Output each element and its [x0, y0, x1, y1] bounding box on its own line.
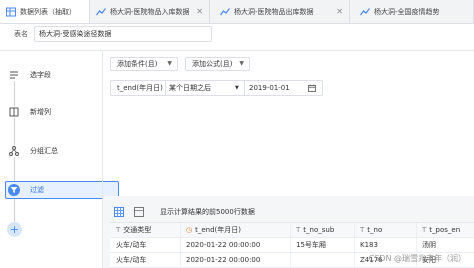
- column-header[interactable]: Tt_no_sub: [296, 223, 334, 238]
- chevron-down-icon: ▼: [239, 60, 244, 67]
- chevron-down-icon: ▼: [167, 60, 172, 67]
- text-type-icon: T: [116, 226, 121, 234]
- condition-operator-select[interactable]: 某个日期之后: [169, 84, 211, 93]
- column-header[interactable]: ◷ t_end(年月日): [186, 223, 241, 238]
- line-chart-icon: [96, 8, 106, 16]
- tab-data-list[interactable]: 数据列表（抽取）: [0, 0, 90, 23]
- select-field-icon: [8, 69, 20, 81]
- add-column-icon: [8, 106, 20, 118]
- tab-epidemic-trend[interactable]: 杨大洞-全国疫情趋势: [350, 0, 474, 23]
- table-header-row: T 交通类型 ◷ t_end(年月日) Tt_no_sub Tt_no Tt_pos…: [110, 223, 474, 238]
- column-divider[interactable]: [290, 223, 291, 268]
- condition-field-select[interactable]: t_end(年月日): [117, 84, 163, 93]
- close-icon[interactable]: ✕: [336, 7, 343, 17]
- filter-condition: t_end(年月日) 某个日期之后 ▼ 2019-01-01: [110, 80, 323, 96]
- table-view-icon[interactable]: [134, 207, 144, 217]
- column-header[interactable]: Tt_pos_en: [422, 223, 460, 238]
- divider: [0, 50, 474, 51]
- line-chart-icon: [360, 8, 370, 16]
- tab-label: 杨大洞-全国疫情趋势: [374, 8, 440, 16]
- step-label: 选字段: [30, 71, 51, 79]
- add-formula-button[interactable]: 添加公式(且) ▼: [185, 57, 250, 71]
- add-formula-label: 添加公式(且): [192, 60, 233, 68]
- table-cell: 火车/动车: [116, 256, 147, 264]
- step-label: 新增列: [30, 108, 51, 116]
- result-toolbar: [114, 206, 144, 218]
- add-condition-label: 添加条件(且): [117, 60, 158, 68]
- tab-label: 杨大洞-医院物品出库数据: [234, 8, 314, 16]
- divider: [244, 81, 245, 95]
- table-name-input[interactable]: 杨大洞-受感染途径数据: [34, 26, 212, 42]
- filter-icon: [8, 184, 20, 196]
- plus-icon[interactable]: +: [7, 222, 22, 237]
- tab-inbound-data[interactable]: 杨大洞-医院物品入库数据 ✕: [90, 0, 210, 23]
- text-type-icon: T: [296, 226, 301, 234]
- chevron-down-icon: ▼: [235, 85, 239, 91]
- table-cell: 15号车厢: [296, 241, 326, 249]
- table-cell: 2020-01-22 00:00:00: [186, 256, 261, 264]
- clock-icon: ◷: [186, 226, 193, 234]
- step-label: 过滤: [30, 186, 44, 194]
- line-chart-icon: [220, 8, 230, 16]
- text-type-icon: T: [422, 226, 427, 234]
- divider: [165, 81, 166, 95]
- table-cell: 2020-01-22 00:00:00: [186, 241, 261, 249]
- column-header[interactable]: T 交通类型: [116, 223, 151, 238]
- column-header[interactable]: Tt_no: [360, 223, 382, 238]
- table-name-label: 表名: [14, 30, 28, 38]
- step-label: 分组汇总: [30, 147, 58, 155]
- result-note: 显示计算结果的前5000行数据: [160, 208, 255, 216]
- text-type-icon: T: [360, 226, 365, 234]
- close-icon[interactable]: ✕: [196, 7, 203, 17]
- table-icon: [6, 7, 16, 17]
- column-divider[interactable]: [180, 223, 181, 268]
- group-summary-icon: [8, 145, 20, 157]
- tab-label: 杨大洞-医院物品入库数据: [110, 8, 190, 16]
- table-cell: K183: [360, 241, 378, 249]
- calendar-icon[interactable]: [308, 84, 316, 92]
- tab-label: 数据列表（抽取）: [20, 8, 76, 16]
- condition-date-input[interactable]: 2019-01-01: [249, 84, 290, 93]
- table-cell: 汤阴: [422, 241, 436, 249]
- table-cell: 火车/动车: [116, 241, 147, 249]
- tab-outbound-data[interactable]: 杨大洞-医院物品出库数据 ✕: [210, 0, 350, 23]
- table-row: 火车/动车 2020-01-22 00:00:00 15号车厢 K183 汤阴: [110, 238, 474, 253]
- add-condition-button[interactable]: 添加条件(且) ▼: [110, 57, 178, 71]
- grid-view-icon[interactable]: [114, 207, 124, 217]
- column-divider[interactable]: [354, 223, 355, 268]
- watermark: CSDN @瑞雪兆丰年（润）: [368, 254, 466, 263]
- tab-bar: 数据列表（抽取） 杨大洞-医院物品入库数据 ✕ 杨大洞-医院物品出库数据 ✕ 杨…: [0, 0, 474, 24]
